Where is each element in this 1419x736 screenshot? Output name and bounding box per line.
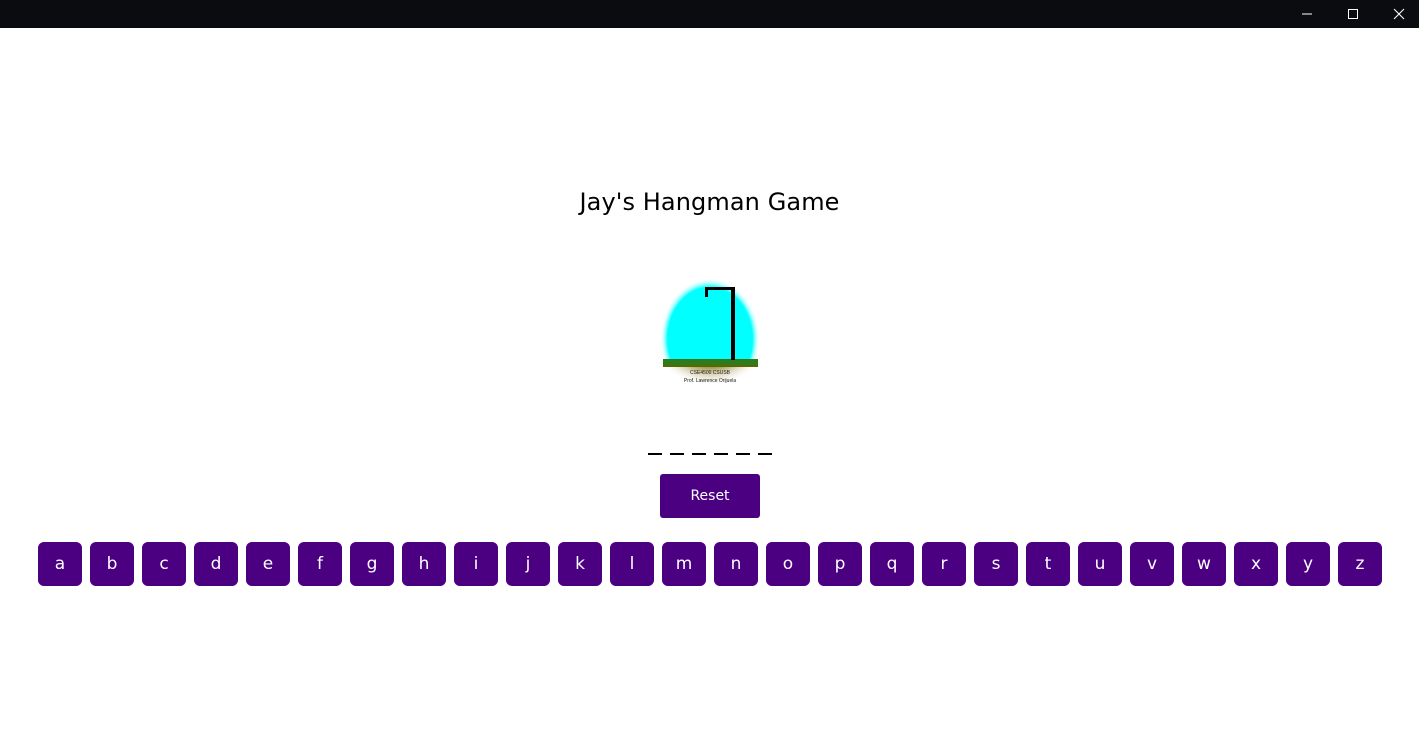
- letter-button-a[interactable]: a: [38, 542, 82, 586]
- image-caption-line2: Prof. Lawrence Orijuela: [684, 378, 736, 384]
- letter-button-p[interactable]: p: [818, 542, 862, 586]
- close-icon: [1393, 8, 1405, 20]
- letter-button-w[interactable]: w: [1182, 542, 1226, 586]
- letter-button-k[interactable]: k: [558, 542, 602, 586]
- grass-edge: [663, 365, 758, 367]
- letter-button-r[interactable]: r: [922, 542, 966, 586]
- letter-button-e[interactable]: e: [246, 542, 290, 586]
- gallows-post: [731, 287, 735, 360]
- letter-button-j[interactable]: j: [506, 542, 550, 586]
- letter-button-g[interactable]: g: [350, 542, 394, 586]
- window-titlebar: [0, 0, 1419, 28]
- letter-button-v[interactable]: v: [1130, 542, 1174, 586]
- letter-button-s[interactable]: s: [974, 542, 1018, 586]
- minimize-button[interactable]: [1284, 0, 1330, 28]
- letter-blank: [647, 433, 662, 455]
- letter-button-i[interactable]: i: [454, 542, 498, 586]
- letter-blank: [713, 433, 728, 455]
- letter-button-d[interactable]: d: [194, 542, 238, 586]
- letter-button-z[interactable]: z: [1338, 542, 1382, 586]
- letter-button-q[interactable]: q: [870, 542, 914, 586]
- letter-button-t[interactable]: t: [1026, 542, 1070, 586]
- letter-keyboard: abcdefghijklmnopqrstuvwxyz: [38, 542, 1382, 586]
- letter-button-y[interactable]: y: [1286, 542, 1330, 586]
- maximize-icon: [1348, 9, 1358, 19]
- letter-button-n[interactable]: n: [714, 542, 758, 586]
- letter-button-o[interactable]: o: [766, 542, 810, 586]
- gallows-beam: [705, 287, 735, 290]
- letter-button-f[interactable]: f: [298, 542, 342, 586]
- letter-blank: [691, 433, 706, 455]
- minimize-icon: [1302, 13, 1312, 15]
- reset-button[interactable]: Reset: [660, 474, 760, 518]
- letter-button-x[interactable]: x: [1234, 542, 1278, 586]
- gallows-rope: [705, 287, 708, 297]
- letter-button-c[interactable]: c: [142, 542, 186, 586]
- letter-button-h[interactable]: h: [402, 542, 446, 586]
- letter-button-u[interactable]: u: [1078, 542, 1122, 586]
- hangman-image: CSE4500 CSUSB Prof. Lawrence Orijuela: [660, 278, 760, 399]
- close-button[interactable]: [1376, 0, 1419, 28]
- letter-blank: [669, 433, 684, 455]
- maximize-button[interactable]: [1330, 0, 1376, 28]
- image-caption-line1: CSE4500 CSUSB: [690, 370, 731, 376]
- word-blanks: [0, 433, 1419, 455]
- letter-button-l[interactable]: l: [610, 542, 654, 586]
- letter-blank: [735, 433, 750, 455]
- letter-button-m[interactable]: m: [662, 542, 706, 586]
- page-title: Jay's Hangman Game: [579, 188, 840, 216]
- letter-blank: [757, 433, 772, 455]
- letter-button-b[interactable]: b: [90, 542, 134, 586]
